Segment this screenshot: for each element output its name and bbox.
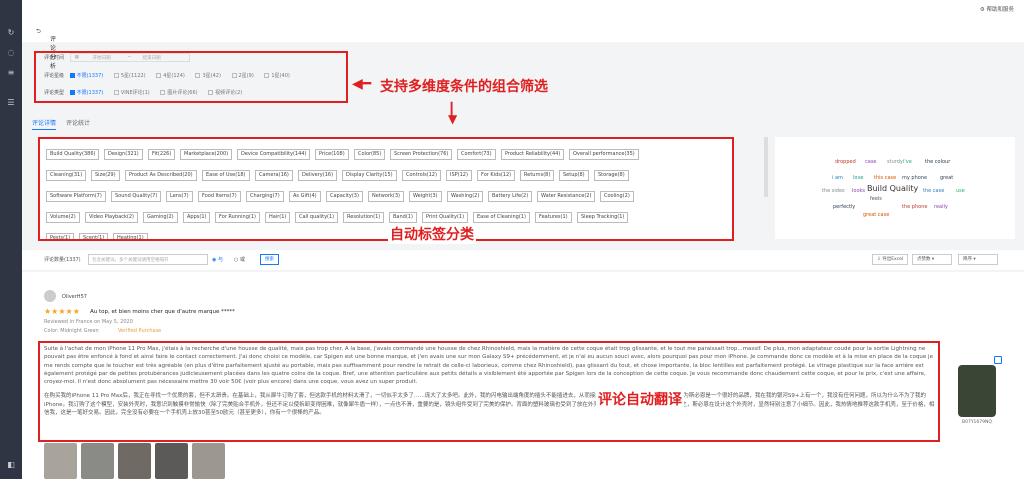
verified-badge: Verified Purchase: [118, 328, 162, 334]
left-sidebar: ↻ ◌ ≡ ☰ ◧: [0, 0, 22, 479]
word-cloud-term: i've: [903, 159, 912, 165]
review-title: Au top, et bien moins cher que d'autre m…: [90, 309, 235, 315]
copy-icon[interactable]: [994, 356, 1002, 364]
keyword-search-input[interactable]: 包含关键词，多个关键词请用空格隔开: [88, 254, 208, 265]
review-meta: Reviewed in France on May 5, 2020: [44, 319, 133, 325]
sort-order-label: 降序: [963, 257, 972, 262]
page-title: ⮌ 评论分析: [36, 28, 57, 70]
tab-bar: 评论详情 评论统计: [32, 118, 98, 130]
arrow-left-icon: ◀━: [352, 76, 372, 92]
review-photo[interactable]: [192, 443, 225, 479]
sort-field-label: 点赞数: [917, 257, 931, 262]
product-asin[interactable]: B07Y1679NQ: [962, 420, 992, 425]
word-cloud: dropped case sturdy i've the colour i am love t…: [775, 137, 1015, 239]
tab-review-details[interactable]: 评论详情: [32, 118, 57, 130]
word-cloud-term: my phone: [902, 175, 928, 181]
word-cloud-term: this case: [874, 175, 897, 181]
top-bar: ⚙ 帮助和服务: [22, 0, 1024, 20]
menu-icon[interactable]: ☰: [6, 98, 16, 108]
tag-scrollbar[interactable]: [764, 137, 768, 197]
star-rating: ★★★★★: [44, 307, 80, 316]
sort-field-select[interactable]: 点赞数 ▾: [912, 254, 952, 265]
word-cloud-term: case: [865, 159, 877, 165]
word-cloud-term: the phone: [902, 204, 928, 210]
review-photo[interactable]: [44, 443, 77, 479]
word-cloud-term: feels: [870, 196, 882, 202]
review-variant: Color: Midnight Green: [44, 328, 99, 334]
sort-order-select[interactable]: 降序 ▾: [958, 254, 998, 265]
radio-and[interactable]: ◉ 与: [212, 256, 223, 263]
radio-and-label: 与: [217, 257, 223, 263]
translation-highlight-box: [38, 341, 940, 442]
review-count: 评论数量(1337): [44, 257, 81, 263]
avatar: [44, 290, 56, 302]
word-cloud-term: really: [934, 204, 948, 210]
word-cloud-term: dropped: [835, 159, 856, 165]
export-excel-button[interactable]: ⇩ 导出Excel: [872, 254, 909, 265]
word-cloud-term: the sides: [822, 188, 845, 194]
translate-annotation: 评论自动翻译: [596, 389, 684, 409]
word-cloud-term: the colour: [925, 159, 951, 165]
tab-review-stats[interactable]: 评论统计: [66, 118, 90, 129]
list-icon[interactable]: ≡: [6, 68, 16, 78]
breadcrumb: ⮌ 评论分析: [22, 20, 1024, 70]
help-service-link[interactable]: ⚙ 帮助和服务: [980, 5, 1014, 13]
circle-icon[interactable]: ◌: [6, 48, 16, 58]
help-label: 帮助和服务: [986, 7, 1014, 13]
radio-or-label: 或: [239, 257, 245, 263]
search-bar: 评论数量(1337) 包含关键词，多个关键词请用空格隔开 ◉ 与 ○ 或 搜索 …: [22, 250, 1024, 270]
tags-annotation: 自动标签分类: [388, 224, 476, 244]
export-label: 导出Excel: [882, 257, 904, 262]
review-photo[interactable]: [155, 443, 188, 479]
word-cloud-term: perfectly: [833, 204, 856, 210]
word-cloud-term: use: [956, 188, 965, 194]
review-photo[interactable]: [118, 443, 151, 479]
word-cloud-term: great: [940, 175, 954, 181]
word-cloud-term: sturdy: [887, 159, 903, 165]
refresh-icon[interactable]: ↻: [6, 28, 16, 38]
tags-highlight-box: [38, 137, 734, 241]
review-photo[interactable]: [81, 443, 114, 479]
filter-annotation: 支持多维度条件的组合筛选: [380, 79, 548, 95]
radio-or[interactable]: ○ 或: [234, 256, 245, 263]
search-button[interactable]: 搜索: [260, 254, 279, 265]
product-image[interactable]: [958, 365, 996, 417]
word-cloud-term: i am: [832, 175, 843, 181]
review-author: OliverH57: [62, 294, 87, 300]
arrow-down-icon: ┃ ▼: [448, 102, 458, 126]
filter-highlight-box: [34, 51, 348, 103]
word-cloud-term: great case: [863, 212, 890, 218]
word-cloud-term: the case: [923, 188, 945, 194]
word-cloud-term: looks: [852, 188, 866, 194]
word-cloud-term: Build Quality: [867, 184, 919, 193]
word-cloud-term: love: [853, 175, 864, 181]
collapse-icon[interactable]: ◧: [6, 460, 16, 470]
